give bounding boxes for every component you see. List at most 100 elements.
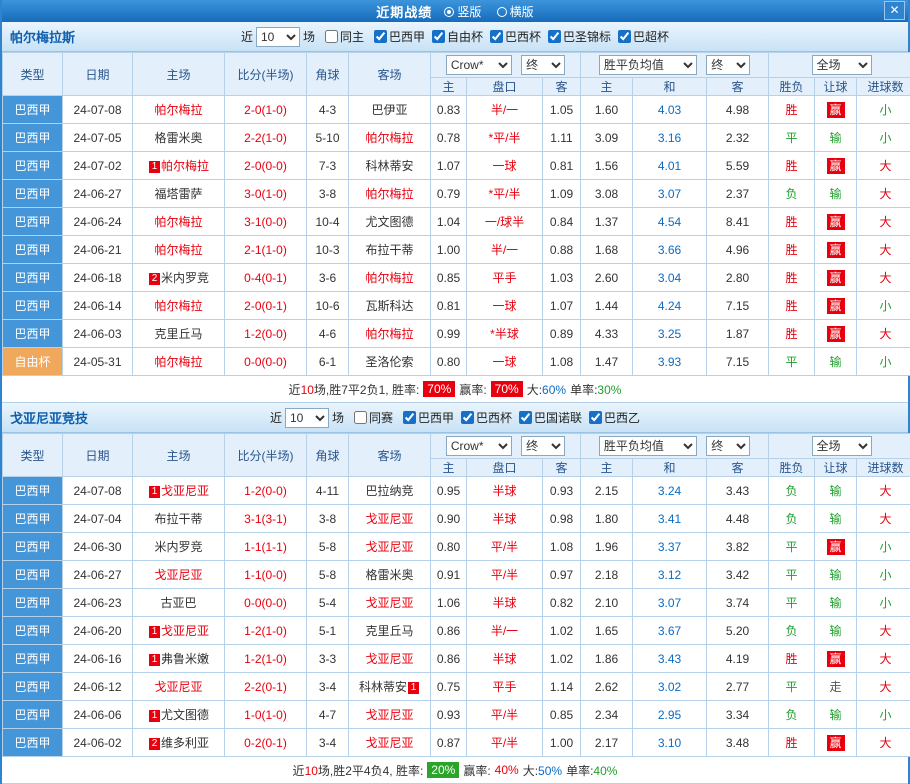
odds-source-header-row: 类型 日期 主场 比分(半场) 角球 客场 Crow* 终 胜平负均值 终 全场: [3, 53, 910, 78]
home-odds: 0.80: [431, 533, 467, 561]
result: 负: [769, 505, 815, 533]
scope-select[interactable]: 全场: [812, 436, 872, 456]
corners: 3-3: [307, 645, 349, 673]
handicap-line: 半/一: [467, 96, 543, 124]
league-checkbox[interactable]: [618, 30, 631, 43]
home-team-cell: 2维多利亚: [133, 729, 225, 757]
col-header-handicap: 盘口: [467, 459, 543, 477]
avg-away-odds: 5.59: [707, 152, 769, 180]
league-filter[interactable]: 自由杯: [432, 28, 483, 45]
match-row: 巴西甲24-07-04布拉干蒂3-1(3-1)3-8戈亚尼亚0.90半球0.98…: [3, 505, 910, 533]
home-odds: 1.07: [431, 152, 467, 180]
away-team-cell: 帕尔梅拉: [349, 180, 431, 208]
avg-odds-select[interactable]: 胜平负均值: [599, 55, 697, 75]
col-header-goals: 进球数: [857, 78, 910, 96]
league-checkbox[interactable]: [432, 30, 445, 43]
league-checkbox[interactable]: [461, 411, 474, 424]
corners: 3-4: [307, 673, 349, 701]
match-count-select[interactable]: 10: [285, 408, 329, 428]
landscape-radio[interactable]: [497, 7, 507, 17]
handicap-line: 平/半: [467, 729, 543, 757]
close-button[interactable]: ✕: [884, 1, 905, 20]
league-filter[interactable]: 巴超杯: [618, 28, 669, 45]
final-avg-select[interactable]: 终: [706, 436, 750, 456]
score: 1-2(1-0): [225, 617, 307, 645]
league-checkbox[interactable]: [374, 30, 387, 43]
bookmaker-select[interactable]: Crow*: [446, 436, 512, 456]
home-odds: 0.90: [431, 505, 467, 533]
near-label: 近: [241, 28, 253, 45]
avg-away-odds: 8.41: [707, 208, 769, 236]
league-checkbox[interactable]: [548, 30, 561, 43]
avg-home-odds: 1.65: [581, 617, 633, 645]
scope-select[interactable]: 全场: [812, 55, 872, 75]
summary-text: 近10场,胜2平4负4, 胜率:: [293, 762, 424, 779]
away-odds: 1.03: [543, 264, 581, 292]
score: 1-0(1-0): [225, 701, 307, 729]
match-count-select[interactable]: 10: [256, 27, 300, 47]
col-header-away: 客场: [349, 53, 431, 96]
final-avg-select[interactable]: 终: [706, 55, 750, 75]
scope-header: 全场: [769, 434, 910, 459]
team-name: 戈亚尼亚: [161, 624, 209, 638]
corners: 10-3: [307, 236, 349, 264]
handicap-result: 输: [815, 617, 857, 645]
competition-type: 巴西甲: [3, 533, 63, 561]
match-row: 巴西甲24-06-022维多利亚0-2(0-1)3-4戈亚尼亚0.87平/半1.…: [3, 729, 910, 757]
league-filter[interactable]: 巴国诺联: [519, 409, 582, 426]
bookmaker-select[interactable]: Crow*: [446, 55, 512, 75]
away-team-cell: 帕尔梅拉: [349, 264, 431, 292]
handicap-result: 赢: [815, 533, 857, 561]
avg-draw-odds: 4.01: [633, 152, 707, 180]
league-filter[interactable]: 巴西杯: [461, 409, 512, 426]
same-venue-filter[interactable]: 同赛: [354, 409, 393, 426]
goals-result: 大: [857, 320, 910, 348]
final-odds-select[interactable]: 终: [521, 55, 565, 75]
league-filter[interactable]: 巴西甲: [374, 28, 425, 45]
handicap-result: 赢: [815, 320, 857, 348]
handicap-line: 平手: [467, 264, 543, 292]
away-odds: 0.97: [543, 561, 581, 589]
team-name: 布拉干蒂: [365, 243, 413, 257]
away-odds: 1.00: [543, 729, 581, 757]
league-filter[interactable]: 巴圣锦标: [548, 28, 611, 45]
match-date: 24-07-08: [63, 477, 133, 505]
match-row: 巴西甲24-07-08帕尔梅拉2-0(1-0)4-3巴伊亚0.83半/一1.05…: [3, 96, 910, 124]
col-header-result: 胜负: [769, 459, 815, 477]
same-venue-checkbox[interactable]: [354, 411, 367, 424]
league-checkbox[interactable]: [519, 411, 532, 424]
avg-odds-select[interactable]: 胜平负均值: [599, 436, 697, 456]
handicap-line: 一球: [467, 152, 543, 180]
same-venue-filter[interactable]: 同主: [325, 28, 364, 45]
score: 1-1(1-1): [225, 533, 307, 561]
avg-home-odds: 3.08: [581, 180, 633, 208]
away-team-cell: 克里丘马: [349, 617, 431, 645]
match-row: 巴西甲24-06-03克里丘马1-2(0-0)4-6帕尔梅拉0.99*半球0.8…: [3, 320, 910, 348]
goals-result: 大: [857, 617, 910, 645]
home-team-cell: 帕尔梅拉: [133, 96, 225, 124]
avg-away-odds: 3.82: [707, 533, 769, 561]
league-filter[interactable]: 巴西甲: [403, 409, 454, 426]
near-label: 近: [270, 409, 282, 426]
avg-draw-odds: 3.02: [633, 673, 707, 701]
home-odds: 0.95: [431, 477, 467, 505]
league-checkbox[interactable]: [490, 30, 503, 43]
league-filter[interactable]: 巴西乙: [589, 409, 640, 426]
result: 平: [769, 673, 815, 701]
league-checkbox[interactable]: [589, 411, 602, 424]
result: 平: [769, 533, 815, 561]
filter-bar: 近 10 场 同赛 巴西甲巴西杯巴国诺联巴西乙: [270, 408, 640, 428]
score: 0-0(0-0): [225, 348, 307, 376]
result: 胜: [769, 645, 815, 673]
final-odds-select[interactable]: 终: [521, 436, 565, 456]
col-header-score: 比分(半场): [225, 434, 307, 477]
portrait-radio[interactable]: [444, 7, 454, 17]
goals-result: 大: [857, 236, 910, 264]
league-filters: 巴西甲巴西杯巴国诺联巴西乙: [396, 409, 640, 427]
avg-away-odds: 2.80: [707, 264, 769, 292]
league-checkbox[interactable]: [403, 411, 416, 424]
goals-result: 大: [857, 505, 910, 533]
match-date: 24-06-12: [63, 673, 133, 701]
league-filter[interactable]: 巴西杯: [490, 28, 541, 45]
same-venue-checkbox[interactable]: [325, 30, 338, 43]
